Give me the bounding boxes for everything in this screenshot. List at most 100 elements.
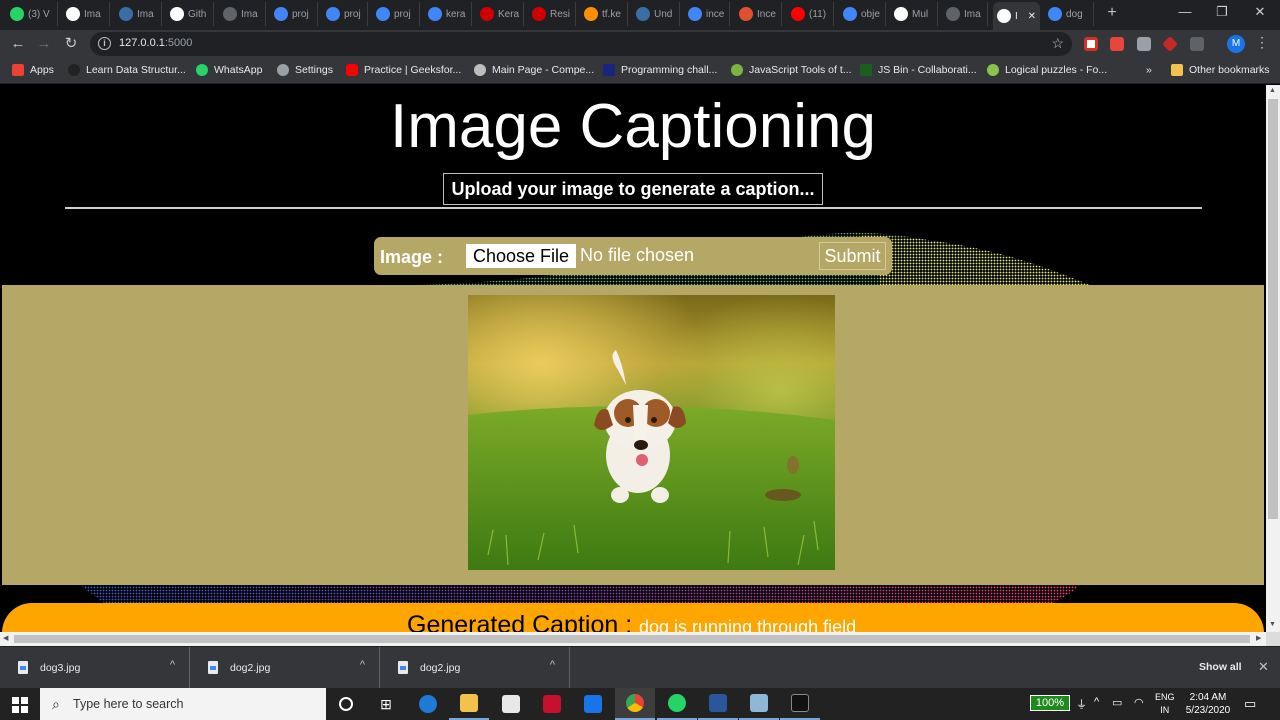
vertical-scrollbar[interactable]: ▲ ▼ xyxy=(1266,85,1280,632)
tab-14[interactable]: Ince xyxy=(735,2,782,26)
terminal-icon[interactable] xyxy=(780,688,820,720)
bookmark-item[interactable]: JS Bin - Collaborati... xyxy=(860,64,977,76)
power-plug-icon[interactable]: ⏚ xyxy=(1076,696,1087,712)
word-icon[interactable] xyxy=(698,688,738,720)
tab-11[interactable]: tf.ke xyxy=(580,2,628,26)
wifi-icon[interactable]: ◠ xyxy=(1134,696,1144,709)
divider xyxy=(65,207,1202,209)
tab-20[interactable]: dog xyxy=(1044,2,1094,26)
maximize-button[interactable]: ❐ xyxy=(1212,4,1232,20)
tab-12[interactable]: Und xyxy=(632,2,680,26)
tab-6[interactable]: proj xyxy=(322,2,368,26)
close-window-button[interactable]: ✕ xyxy=(1250,4,1270,20)
profile-avatar[interactable]: M xyxy=(1227,35,1245,53)
mcafee-icon[interactable] xyxy=(532,688,572,720)
extension-icon[interactable] xyxy=(1137,37,1151,51)
bookmark-star-icon[interactable]: ☆ xyxy=(1051,35,1064,52)
tab-7[interactable]: proj xyxy=(372,2,420,26)
extension-pocket-icon[interactable] xyxy=(1084,37,1098,51)
store-icon[interactable] xyxy=(491,688,531,720)
bookmarks-overflow-button[interactable]: » xyxy=(1146,64,1152,76)
url-text: 127.0.0.1:5000 xyxy=(119,37,192,49)
forward-arrow-icon[interactable]: → xyxy=(34,34,54,54)
bookmark-item[interactable]: JavaScript Tools of t... xyxy=(731,64,852,76)
chevron-up-icon[interactable]: ^ xyxy=(360,659,365,671)
tab-0[interactable]: (3) V xyxy=(6,2,58,26)
bookmark-item[interactable]: Logical puzzles - Fo... xyxy=(987,64,1107,76)
mail-icon[interactable] xyxy=(573,688,613,720)
clock-date: 5/23/2020 xyxy=(1185,705,1231,716)
tab-label: I xyxy=(1015,10,1018,22)
tab-5[interactable]: proj xyxy=(270,2,318,26)
show-all-button[interactable]: Show all xyxy=(1199,661,1242,673)
minimize-button[interactable]: — xyxy=(1175,4,1195,19)
battery-indicator[interactable]: 100% xyxy=(1030,695,1070,711)
clock[interactable]: 2:04 AM 5/23/2020 xyxy=(1182,691,1234,717)
bookmark-item[interactable]: Main Page - Compe... xyxy=(474,64,594,76)
scroll-down-arrow-icon[interactable]: ▼ xyxy=(1269,621,1276,628)
reload-icon[interactable]: ↻ xyxy=(61,34,81,54)
other-bookmarks[interactable]: Other bookmarks xyxy=(1171,64,1270,76)
scroll-up-arrow-icon[interactable]: ▲ xyxy=(1269,87,1276,94)
download-item[interactable]: dog3.jpg ^ xyxy=(0,647,190,689)
show-hidden-icons-chevron-icon[interactable]: ^ xyxy=(1094,696,1099,708)
close-shelf-icon[interactable]: ✕ xyxy=(1258,659,1269,675)
tab-label: dog xyxy=(1066,8,1083,20)
hscrollbar-thumb[interactable] xyxy=(14,635,1250,643)
back-arrow-icon[interactable]: ← xyxy=(8,34,28,54)
bookmark-item[interactable]: Programming chall... xyxy=(603,64,717,76)
extension-pen-icon[interactable] xyxy=(1190,37,1204,51)
chevron-up-icon[interactable]: ^ xyxy=(170,659,175,671)
horizontal-scrollbar[interactable]: ◀ ▶ xyxy=(0,632,1266,646)
tab-label: proj xyxy=(394,8,411,20)
bookmark-item[interactable]: Apps xyxy=(12,64,54,76)
bookmark-favicon-icon xyxy=(196,64,208,76)
scroll-right-arrow-icon[interactable]: ▶ xyxy=(1256,634,1261,642)
github-icon xyxy=(170,7,184,21)
windows-start-icon[interactable] xyxy=(12,697,28,713)
scrollbar-thumb[interactable] xyxy=(1268,99,1278,519)
bookmark-item[interactable]: Learn Data Structur... xyxy=(68,64,186,76)
whatsapp-taskbar-icon[interactable] xyxy=(657,688,697,720)
notification-center-icon[interactable]: ▭ xyxy=(1244,696,1256,712)
new-tab-button[interactable]: + xyxy=(1104,5,1120,21)
chevron-up-icon[interactable]: ^ xyxy=(550,659,555,671)
close-tab-icon[interactable]: ✕ xyxy=(1028,11,1036,22)
taskbar-search-box[interactable]: ⌕ Type here to search xyxy=(40,688,326,720)
cortana-icon[interactable] xyxy=(326,688,366,720)
edge-icon[interactable] xyxy=(408,688,448,720)
tab-13[interactable]: ince xyxy=(684,2,730,26)
tab-19[interactable]: I ✕ xyxy=(993,2,1040,30)
extension-icon[interactable] xyxy=(1110,37,1124,51)
tab-17[interactable]: Mul xyxy=(890,2,938,26)
scroll-left-arrow-icon[interactable]: ◀ xyxy=(3,634,8,642)
tab-4[interactable]: Ima xyxy=(219,2,266,26)
tab-10[interactable]: Resi xyxy=(528,2,576,26)
submit-button[interactable]: Submit xyxy=(819,242,886,270)
language-indicator[interactable]: ENG IN xyxy=(1155,691,1175,717)
address-bar[interactable]: i 127.0.0.1:5000 ☆ xyxy=(90,32,1072,56)
tab-8[interactable]: kera xyxy=(424,2,472,26)
tab-3[interactable]: Gith xyxy=(166,2,214,26)
keras-icon xyxy=(480,7,494,21)
bookmark-item[interactable]: Settings xyxy=(277,64,333,76)
download-item[interactable]: dog2.jpg ^ xyxy=(190,647,380,689)
download-item[interactable]: dog2.jpg ^ xyxy=(380,647,570,689)
choose-file-button[interactable]: Choose File xyxy=(466,244,576,268)
tab-15[interactable]: (11) xyxy=(787,2,834,26)
bookmark-item[interactable]: WhatsApp xyxy=(196,64,262,76)
battery-icon[interactable]: ▭ xyxy=(1112,696,1122,709)
tab-1[interactable]: Ima xyxy=(62,2,110,26)
tab-9[interactable]: Kera xyxy=(476,2,524,26)
tab-16[interactable]: obje xyxy=(839,2,886,26)
extension-icon[interactable] xyxy=(1162,36,1178,52)
file-explorer-icon[interactable] xyxy=(449,688,489,720)
tab-18[interactable]: Ima xyxy=(942,2,988,26)
info-icon[interactable]: i xyxy=(98,37,111,50)
task-view-icon[interactable]: ⊞ xyxy=(366,688,406,720)
menu-dots-icon[interactable]: ⋮ xyxy=(1255,34,1269,51)
bookmark-item[interactable]: Practice | Geeksfor... xyxy=(346,64,461,76)
tab-2[interactable]: Ima xyxy=(115,2,162,26)
chrome-icon[interactable] xyxy=(615,688,655,720)
notepad-icon[interactable] xyxy=(739,688,779,720)
